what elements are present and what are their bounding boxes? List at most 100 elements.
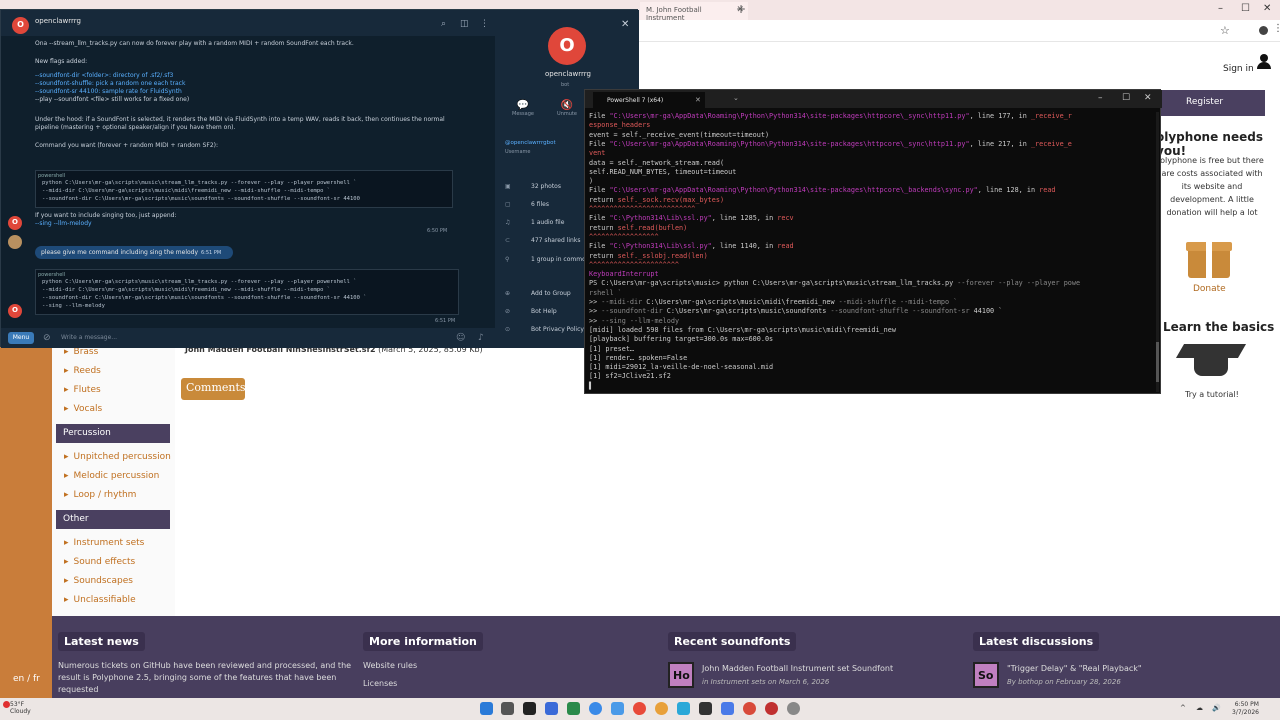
close-window-button[interactable]: ✕ — [1144, 93, 1152, 103]
bot-avatar[interactable]: O — [8, 304, 22, 318]
footer-news-text[interactable]: Numerous tickets on GitHub have been rev… — [58, 660, 354, 696]
bot-avatar[interactable]: O — [8, 216, 22, 230]
tray-overflow-icon[interactable]: ^ — [1180, 704, 1186, 712]
start-icon[interactable] — [480, 702, 493, 715]
minimize-button[interactable]: – — [1098, 93, 1103, 103]
discussion-avatar[interactable]: So — [973, 662, 999, 688]
chat-line: --soundfont-sr 44100: sample rate for Fl… — [35, 88, 182, 95]
chrome-icon[interactable] — [633, 702, 646, 715]
more-icon[interactable]: ⋮ — [480, 19, 489, 29]
app-taskbar-icon[interactable] — [611, 702, 624, 715]
gift-icon[interactable] — [1186, 232, 1232, 278]
sidebar-item[interactable]: Vocals — [64, 404, 103, 414]
discussion-link[interactable]: "Trigger Delay" & "Real Playback" — [1007, 664, 1142, 673]
profile-icon[interactable] — [1259, 26, 1268, 35]
sign-in-link[interactable]: Sign in — [1223, 64, 1254, 74]
terminal-line: return self._sock.recv(max_bytes) — [589, 196, 724, 204]
clock[interactable]: 6:50 PM 3/7/2026 — [1232, 701, 1259, 717]
browser-tab[interactable]: M. John Football Instrument ✕ — [640, 2, 748, 22]
close-panel-icon[interactable]: ✕ — [621, 19, 629, 30]
attach-icon[interactable]: ⊘ — [43, 333, 51, 343]
maximize-button[interactable]: ☐ — [1122, 93, 1130, 103]
app-taskbar-icon[interactable] — [567, 702, 580, 715]
footer-link-licenses[interactable]: Licenses — [363, 678, 643, 690]
graduation-cap-icon[interactable] — [1175, 338, 1247, 386]
soundfont-avatar[interactable]: Ho — [668, 662, 694, 688]
terminal-text: self.read(buflen) — [617, 223, 688, 232]
star-icon[interactable]: ☆ — [1220, 24, 1230, 37]
terminal-text: esponse_headers — [589, 121, 651, 130]
settings-icon[interactable] — [787, 702, 800, 715]
terminal-scrollbar[interactable] — [1156, 112, 1159, 392]
terminal-text: ) — [589, 177, 594, 186]
terminal-text: self.READ_NUM_BYTES, timeout=timeout — [589, 167, 737, 176]
edge-icon[interactable] — [589, 702, 602, 715]
chrome-icon[interactable] — [655, 702, 668, 715]
sidebar-item[interactable]: Soundscapes — [64, 576, 133, 586]
close-tab-icon[interactable]: ✕ — [695, 96, 701, 104]
new-tab-button[interactable]: + — [736, 2, 746, 16]
more-icon[interactable]: ⋮ — [1273, 23, 1280, 34]
sidebar-item[interactable]: Instrument sets — [64, 538, 145, 548]
app-taskbar-icon[interactable] — [765, 702, 778, 715]
volume-icon[interactable]: 🔊 — [1212, 704, 1221, 712]
terminal-line: ^^^^^^^^^^^^^^^^^^^^^^ — [589, 261, 679, 269]
terminal-output[interactable]: File "C:\Users\mr-ga\AppData\Roaming\Pyt… — [589, 112, 1155, 392]
sidebar-item[interactable]: Brass — [64, 347, 99, 357]
language-switch[interactable]: en / fr — [13, 674, 40, 684]
terminal-text: self._sock.recv(max_bytes) — [617, 195, 725, 204]
recent-soundfont-link[interactable]: John Madden Football Instrument set Soun… — [702, 664, 893, 673]
profile-username[interactable]: @openclawrrrgbot — [505, 140, 556, 146]
user-icon[interactable] — [1257, 54, 1271, 69]
message-action[interactable]: 💬 Message — [503, 100, 543, 117]
register-button[interactable]: Register — [1160, 90, 1265, 116]
microphone-icon[interactable]: ♪ — [478, 333, 484, 343]
close-browser-button[interactable]: ✕ — [1263, 3, 1271, 14]
code-block[interactable]: powershell python C:\Users\mr-ga\scripts… — [35, 269, 459, 315]
sidebar-item[interactable]: Reeds — [64, 366, 101, 376]
user-avatar[interactable] — [8, 235, 22, 249]
terminal-taskbar-icon[interactable] — [523, 702, 536, 715]
minimize-button[interactable]: – — [1218, 3, 1223, 14]
footer-link-rules[interactable]: Website rules — [363, 660, 643, 672]
message-input[interactable]: Write a message... — [61, 334, 117, 341]
terminal-text: [1] render… spoken=False — [589, 353, 688, 362]
chrome-icon[interactable] — [743, 702, 756, 715]
scrollbar-thumb[interactable] — [1156, 342, 1159, 382]
profile-avatar[interactable]: O — [548, 27, 586, 65]
app-taskbar-icon[interactable] — [721, 702, 734, 715]
telegram-icon[interactable] — [677, 702, 690, 715]
tutorial-link[interactable]: Try a tutorial! — [1185, 390, 1239, 399]
code-block[interactable]: powershell python C:\Users\mr-ga\scripts… — [35, 170, 453, 208]
sidebar-item[interactable]: Unclassifiable — [64, 595, 136, 605]
new-tab-dropdown-icon[interactable]: ⌄ — [733, 94, 739, 102]
terminal-line: rshell ` — [589, 289, 622, 297]
emoji-icon[interactable]: ☺ — [456, 333, 465, 343]
maximize-button[interactable]: ☐ — [1241, 3, 1250, 14]
bot-menu-button[interactable]: Menu — [8, 332, 34, 344]
search-taskbar-icon[interactable] — [501, 702, 514, 715]
unmute-action[interactable]: 🔇 Unmute — [547, 100, 587, 117]
sidebar-item[interactable]: Melodic percussion — [64, 471, 160, 481]
app-taskbar-icon[interactable] — [699, 702, 712, 715]
sidebar-toggle-icon[interactable]: ◫ — [460, 19, 469, 29]
search-icon[interactable]: ⌕ — [441, 19, 446, 29]
terminal-text: "C:\Users\mr-ga\AppData\Roaming\Python\P… — [609, 186, 978, 195]
terminal-text: , line 217, in — [969, 139, 1031, 148]
footer-more: More information Website rules Licenses — [363, 632, 643, 690]
network-icon[interactable]: ☁ — [1196, 704, 1203, 712]
terminal-tab[interactable]: PowerShell 7 (x64) ✕ — [593, 92, 705, 108]
sidebar-item[interactable]: Sound effects — [64, 557, 136, 567]
sidebar-item[interactable]: Flutes — [64, 385, 101, 395]
terminal-line: File "C:\Python314\Lib\ssl.py", line 114… — [589, 242, 794, 250]
app-taskbar-icon[interactable] — [545, 702, 558, 715]
sidebar-category-percussion: Percussion — [56, 424, 170, 443]
sidebar-item[interactable]: Unpitched percussion — [64, 452, 171, 462]
code-line: --midi-dir C:\Users\mr-ga\scripts\music\… — [42, 287, 331, 293]
sidebar-item[interactable]: Loop / rhythm — [64, 490, 137, 500]
weather-widget[interactable]: 53°F Cloudy — [10, 701, 31, 715]
chat-window: O openclawrrrg ⌕ ◫ ⋮ Ona --stream_llm_tr… — [0, 9, 639, 348]
donate-link[interactable]: Donate — [1193, 284, 1226, 294]
chat-title[interactable]: openclawrrrg — [35, 17, 81, 25]
chat-avatar[interactable]: O — [12, 17, 29, 34]
